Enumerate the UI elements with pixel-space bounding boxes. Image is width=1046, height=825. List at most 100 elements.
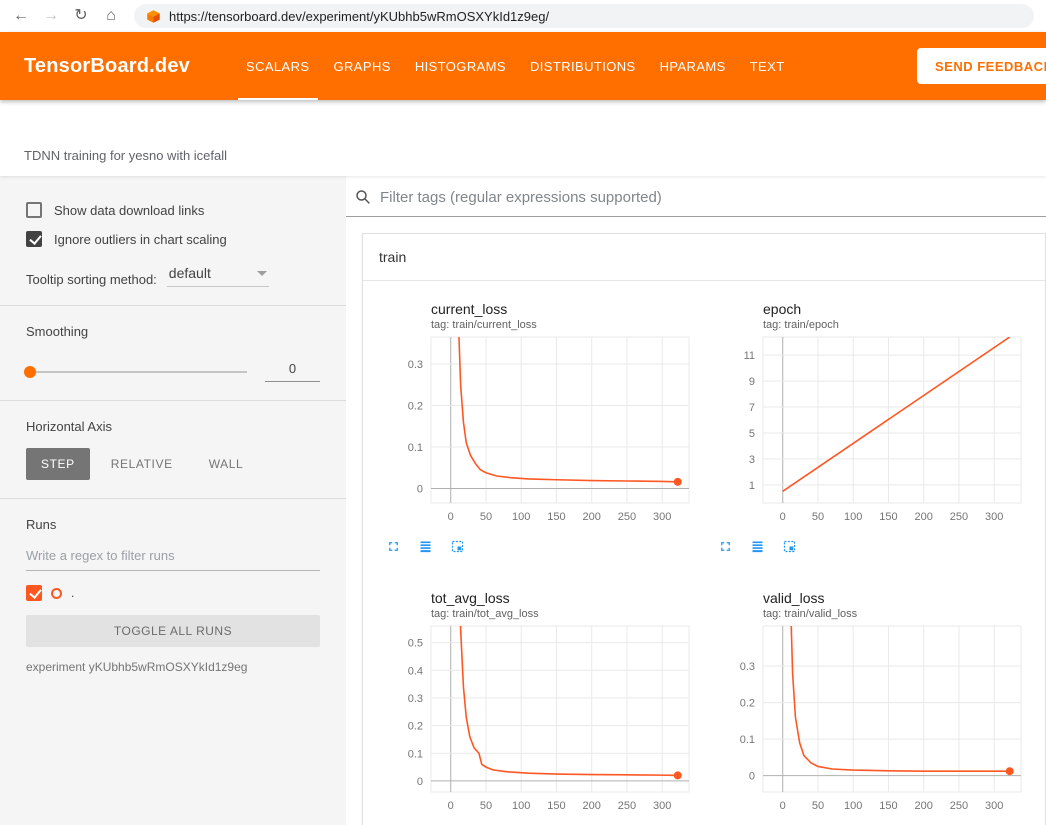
svg-text:0.1: 0.1 bbox=[740, 734, 755, 746]
smoothing-slider-thumb[interactable] bbox=[24, 366, 36, 378]
svg-text:300: 300 bbox=[985, 800, 1003, 812]
app-header: TensorBoard.dev SCALARSGRAPHSHISTOGRAMSD… bbox=[0, 32, 1046, 100]
smoothing-value[interactable]: 0 bbox=[265, 361, 320, 382]
svg-text:3: 3 bbox=[749, 454, 755, 466]
final-point-dot bbox=[1006, 767, 1014, 775]
svg-text:250: 250 bbox=[950, 800, 968, 812]
fit-domain-icon[interactable] bbox=[448, 537, 467, 556]
tab-histograms[interactable]: HISTOGRAMS bbox=[403, 32, 518, 100]
home-icon[interactable]: ⌂ bbox=[102, 8, 120, 24]
tooltip-sorting-row: Tooltip sorting method: default bbox=[26, 265, 320, 287]
chart-toolbar bbox=[379, 537, 699, 556]
tab-graphs[interactable]: GRAPHS bbox=[322, 32, 403, 100]
tag-group-header[interactable]: train bbox=[363, 234, 1045, 281]
runs-label: Runs bbox=[26, 517, 320, 532]
divider bbox=[0, 498, 346, 499]
smoothing-label: Smoothing bbox=[26, 324, 320, 339]
toggle-all-runs-button[interactable]: TOGGLE ALL RUNS bbox=[26, 615, 320, 647]
run-color-swatch bbox=[51, 588, 62, 599]
ignore-outliers-row[interactable]: Ignore outliers in chart scaling bbox=[26, 231, 320, 247]
tensorboard-favicon bbox=[146, 9, 161, 24]
axis-option-wall[interactable]: WALL bbox=[194, 448, 259, 480]
show-download-links-row[interactable]: Show data download links bbox=[26, 202, 320, 218]
smoothing-row: 0 bbox=[26, 361, 320, 382]
chart-plot-current_loss[interactable]: 05010015020025030000.10.20.3 bbox=[379, 331, 699, 529]
fit-domain-icon[interactable] bbox=[780, 537, 799, 556]
runs-filter-input[interactable] bbox=[26, 540, 320, 571]
svg-text:0.2: 0.2 bbox=[408, 400, 423, 412]
experiment-title: TDNN training for yesno with icefall bbox=[24, 148, 227, 163]
horizontal-axis-label: Horizontal Axis bbox=[26, 419, 320, 434]
chart-toolbar bbox=[711, 537, 1031, 556]
tooltip-sorting-select[interactable]: default bbox=[167, 265, 269, 287]
experiment-id-caption: experiment yKUbhb5wRmOSXYkId1z9eg bbox=[26, 660, 320, 674]
chart-title: tot_avg_loss bbox=[379, 590, 699, 606]
header-nav: SCALARSGRAPHSHISTOGRAMSDISTRIBUTIONSHPAR… bbox=[234, 32, 797, 100]
browser-chrome: ← → ↻ ⌂ https://tensorboard.dev/experime… bbox=[0, 0, 1046, 32]
reload-icon[interactable]: ↻ bbox=[72, 8, 90, 24]
svg-text:0: 0 bbox=[448, 800, 454, 812]
svg-text:0: 0 bbox=[448, 511, 454, 523]
smoothing-slider[interactable] bbox=[26, 371, 247, 373]
chart-title: epoch bbox=[711, 301, 1031, 317]
view-data-icon[interactable] bbox=[416, 537, 435, 556]
svg-text:150: 150 bbox=[879, 800, 897, 812]
tab-hparams[interactable]: HPARAMS bbox=[648, 32, 738, 100]
chart-card-current_loss: current_losstag: train/current_loss05010… bbox=[379, 301, 699, 556]
tooltip-sorting-label: Tooltip sorting method: bbox=[26, 272, 157, 287]
svg-text:1: 1 bbox=[749, 480, 755, 492]
svg-text:50: 50 bbox=[812, 511, 824, 523]
fullscreen-icon[interactable] bbox=[384, 537, 403, 556]
svg-text:200: 200 bbox=[583, 511, 601, 523]
back-icon[interactable]: ← bbox=[12, 8, 30, 24]
svg-text:100: 100 bbox=[844, 511, 862, 523]
svg-text:0: 0 bbox=[749, 771, 755, 783]
svg-text:200: 200 bbox=[915, 511, 933, 523]
settings-sidebar: Show data download links Ignore outliers… bbox=[0, 176, 346, 825]
svg-text:0.3: 0.3 bbox=[740, 661, 755, 673]
forward-icon[interactable]: → bbox=[42, 8, 60, 24]
run-name: . bbox=[71, 586, 74, 600]
tab-distributions[interactable]: DISTRIBUTIONS bbox=[518, 32, 648, 100]
svg-text:150: 150 bbox=[547, 800, 565, 812]
divider bbox=[0, 400, 346, 401]
chart-plot-epoch[interactable]: 0501001502002503001357911 bbox=[711, 331, 1031, 529]
chart-plot-tot_avg_loss[interactable]: 05010015020025030000.10.20.30.40.5 bbox=[379, 620, 699, 818]
chart-title: valid_loss bbox=[711, 590, 1031, 606]
ignore-outliers-checkbox[interactable] bbox=[26, 231, 42, 247]
svg-text:100: 100 bbox=[512, 511, 530, 523]
final-point-dot bbox=[674, 478, 682, 486]
chart-title: current_loss bbox=[379, 301, 699, 317]
svg-text:200: 200 bbox=[583, 800, 601, 812]
final-point-dot bbox=[674, 771, 682, 779]
address-bar[interactable]: https://tensorboard.dev/experiment/yKUbh… bbox=[134, 4, 1034, 28]
run-row[interactable]: . bbox=[26, 585, 320, 601]
svg-text:0: 0 bbox=[417, 483, 423, 495]
svg-text:250: 250 bbox=[618, 800, 636, 812]
tab-text[interactable]: TEXT bbox=[738, 32, 797, 100]
svg-text:150: 150 bbox=[879, 511, 897, 523]
svg-text:200: 200 bbox=[915, 800, 933, 812]
tag-filter-input[interactable] bbox=[380, 189, 1046, 206]
chart-plot-valid_loss[interactable]: 05010015020025030000.10.20.3 bbox=[711, 620, 1031, 818]
send-feedback-button[interactable]: SEND FEEDBACK bbox=[917, 48, 1046, 84]
tab-scalars[interactable]: SCALARS bbox=[234, 32, 322, 100]
svg-text:5: 5 bbox=[749, 428, 755, 440]
svg-text:300: 300 bbox=[653, 511, 671, 523]
run-checkbox[interactable] bbox=[26, 585, 42, 601]
svg-text:0.4: 0.4 bbox=[408, 665, 423, 677]
svg-text:7: 7 bbox=[749, 402, 755, 414]
view-data-icon[interactable] bbox=[748, 537, 767, 556]
divider bbox=[0, 305, 346, 306]
svg-text:150: 150 bbox=[547, 511, 565, 523]
scalars-main: train current_losstag: train/current_los… bbox=[346, 176, 1046, 825]
app-logo[interactable]: TensorBoard.dev bbox=[24, 55, 190, 78]
chart-card-valid_loss: valid_losstag: train/valid_loss050100150… bbox=[711, 590, 1031, 825]
axis-option-step[interactable]: STEP bbox=[26, 448, 90, 480]
tag-group-title: train bbox=[379, 249, 406, 265]
url-text[interactable]: https://tensorboard.dev/experiment/yKUbh… bbox=[169, 9, 549, 24]
svg-text:0.2: 0.2 bbox=[740, 698, 755, 710]
axis-option-relative[interactable]: RELATIVE bbox=[96, 448, 188, 480]
show-download-links-checkbox[interactable] bbox=[26, 202, 42, 218]
fullscreen-icon[interactable] bbox=[716, 537, 735, 556]
